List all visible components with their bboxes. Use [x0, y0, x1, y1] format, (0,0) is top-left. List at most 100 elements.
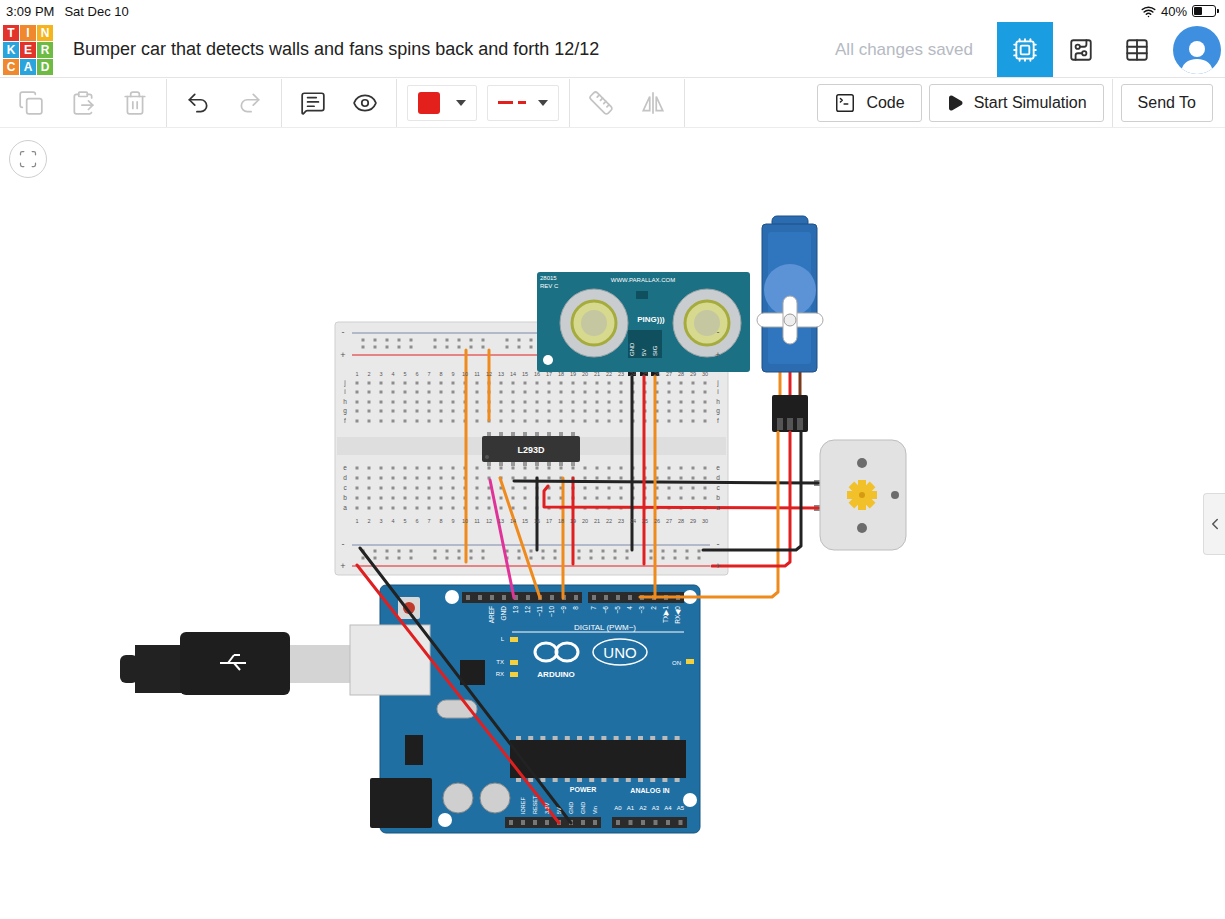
color-dropdown[interactable] — [407, 85, 477, 121]
wire[interactable] — [465, 350, 468, 562]
column-number: 8 — [439, 518, 442, 524]
visibility-button[interactable] — [340, 81, 390, 125]
wire[interactable] — [712, 432, 790, 566]
logo-letter: K — [3, 42, 19, 58]
led-label: RX — [496, 671, 504, 677]
tinkercad-page: 3:09 PMSat Dec 1040%TINKERCADBumper car … — [0, 0, 1225, 919]
pin-label: 7 — [590, 606, 597, 610]
row-letter: c — [343, 484, 347, 491]
tinkercad-logo[interactable]: TINKERCAD — [3, 25, 53, 75]
rail-minus-label: - — [717, 539, 720, 549]
column-number: 4 — [391, 371, 394, 377]
wire[interactable] — [640, 432, 778, 597]
pin-label: GND — [500, 606, 507, 621]
design-title[interactable]: Bumper car that detects walls and fans s… — [73, 39, 835, 60]
pin-label: 12 — [524, 606, 531, 614]
column-number: 28 — [678, 518, 684, 524]
view-tab[interactable] — [997, 22, 1053, 77]
tool-group — [397, 79, 570, 127]
wire[interactable] — [357, 565, 559, 823]
save-status: All changes saved — [835, 40, 973, 60]
send-button[interactable]: Send To — [1121, 84, 1213, 122]
rail-plus-label: + — [340, 350, 345, 360]
ping-sensor[interactable]: 28015REV CWWW.PARALLAX.COMPING)))GND5VSI… — [537, 272, 750, 376]
gear-icon — [847, 480, 877, 510]
component-list-icon — [1124, 37, 1150, 63]
column-number: 6 — [415, 371, 418, 377]
row-letter: b — [343, 494, 347, 501]
sensor-rev: REV C — [540, 283, 559, 289]
column-number: 26 — [654, 518, 660, 524]
circuit-canvas[interactable]: L293D 28015REV CWWW.PARALLAX.COMPING)))GN… — [0, 128, 1225, 919]
logo-letter: A — [20, 59, 36, 75]
rail-minus-label: - — [342, 539, 345, 549]
chevron-left-icon — [1206, 515, 1224, 533]
column-number: 19 — [570, 371, 576, 377]
fit-view-button[interactable] — [9, 140, 47, 178]
dc-motor[interactable] — [814, 440, 906, 550]
tool-group — [167, 79, 282, 127]
fit-view-icon — [18, 149, 38, 169]
wire[interactable] — [703, 432, 801, 550]
wire[interactable] — [562, 478, 565, 598]
panel-toggle[interactable] — [1203, 493, 1225, 555]
column-number: 28 — [678, 371, 684, 377]
analog-label: ANALOG IN — [630, 787, 669, 794]
wire[interactable] — [490, 480, 514, 598]
row-letter: d — [343, 474, 347, 481]
column-number: 7 — [427, 518, 430, 524]
sensor-pin-label: 5V — [641, 349, 647, 356]
column-number: 10 — [462, 518, 468, 524]
caret-icon — [456, 100, 466, 106]
column-number: 20 — [582, 371, 588, 377]
l293d-chip[interactable]: L293D — [482, 432, 580, 466]
wire[interactable] — [500, 478, 540, 598]
status-time: 3:09 PM — [6, 4, 54, 19]
row-letter: b — [716, 494, 720, 501]
view-tab[interactable] — [1053, 22, 1109, 77]
pin-label: ~3 — [638, 606, 645, 614]
sensor-pin-label: SIG — [652, 345, 658, 356]
transducer — [673, 289, 741, 357]
undo-button[interactable] — [173, 81, 223, 125]
wire[interactable] — [360, 548, 571, 823]
wire[interactable] — [514, 481, 818, 483]
copy-button[interactable] — [6, 81, 56, 125]
column-number: 10 — [462, 371, 468, 377]
wire[interactable] — [643, 376, 646, 564]
pin-label: IOREF — [520, 797, 526, 814]
wire[interactable] — [488, 350, 491, 420]
column-number: 13 — [498, 371, 504, 377]
servo-motor[interactable] — [757, 216, 823, 432]
mirror-button[interactable] — [628, 81, 678, 125]
column-number: 15 — [522, 371, 528, 377]
pin-label: 5V — [556, 807, 562, 814]
column-number: 27 — [666, 518, 672, 524]
view-tab[interactable] — [1109, 22, 1165, 77]
code-button[interactable]: Code — [817, 84, 921, 122]
pin-label: A5 — [677, 805, 685, 811]
redo-button[interactable] — [225, 81, 275, 125]
usb-cable[interactable] — [120, 625, 430, 695]
column-number: 2 — [367, 518, 370, 524]
note-button[interactable] — [288, 81, 338, 125]
user-avatar[interactable] — [1173, 26, 1221, 74]
paste-button[interactable] — [58, 81, 108, 125]
arduino-uno[interactable] — [120, 585, 700, 833]
breadboard-labels: -+-+-+-+11223344556677889910101111121213… — [340, 327, 720, 571]
wire[interactable] — [654, 376, 657, 598]
led-label: TX — [496, 659, 504, 665]
undo-icon — [185, 90, 211, 116]
brand-label: ARDUINO — [537, 670, 574, 679]
column-number: 18 — [558, 518, 564, 524]
delete-icon — [122, 90, 148, 116]
delete-button[interactable] — [110, 81, 160, 125]
row-letter: c — [716, 484, 720, 491]
line-style-dropdown[interactable] — [487, 85, 559, 121]
align-button[interactable] — [576, 81, 626, 125]
column-number: 6 — [415, 518, 418, 524]
logo-letter: N — [37, 25, 53, 41]
pin-label: 8 — [572, 606, 579, 610]
simulate-button[interactable]: Start Simulation — [929, 84, 1104, 122]
wire[interactable] — [536, 478, 539, 550]
